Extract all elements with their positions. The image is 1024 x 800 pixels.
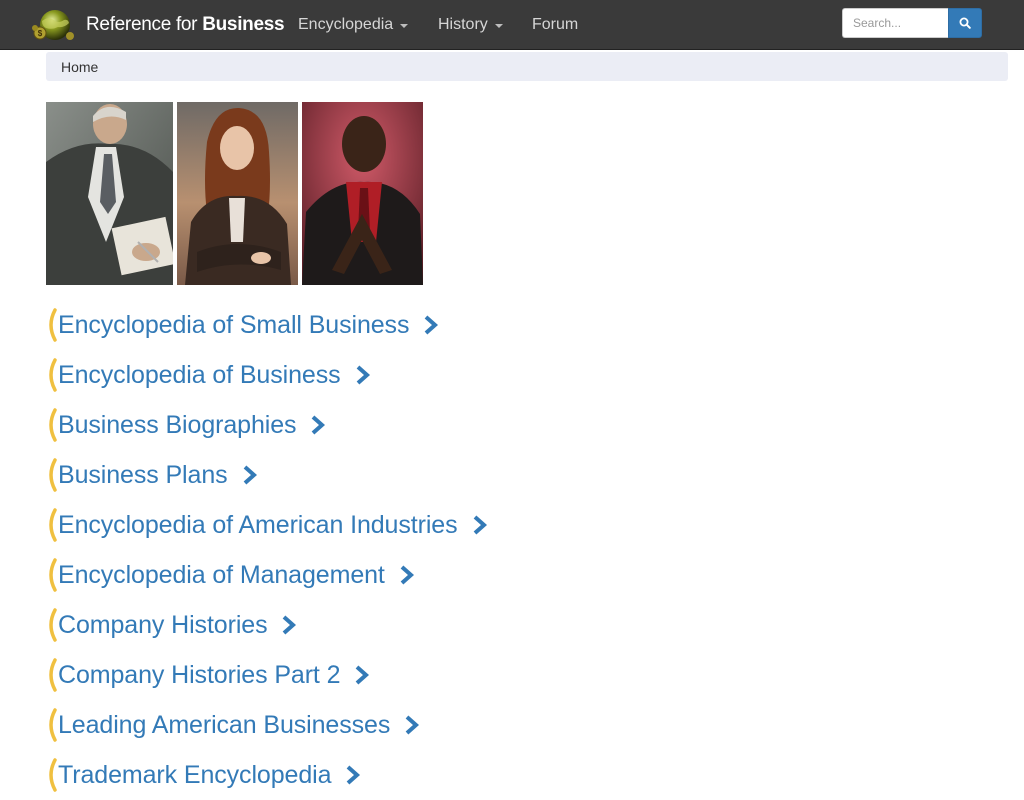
breadcrumb-home-link[interactable]: Home (61, 59, 98, 75)
photo-businesswoman (177, 102, 298, 285)
category-label: Leading American Businesses (58, 710, 391, 739)
category-label: Trademark Encyclopedia (58, 760, 332, 789)
category-label: Business Biographies (58, 410, 297, 439)
bracket-icon (49, 558, 57, 592)
bracket-icon (49, 458, 57, 492)
bracket-icon (49, 708, 57, 742)
category-link-encyclopedia-of-management[interactable]: Encyclopedia of Management (44, 550, 744, 600)
category-link-company-histories-part-2[interactable]: Company Histories Part 2 (44, 650, 744, 700)
photo-businessman-writing (46, 102, 173, 285)
category-link-encyclopedia-of-small-business[interactable]: Encyclopedia of Small Business (44, 300, 744, 350)
top-navbar: $ Reference for Business Encyclopedia Hi… (0, 0, 1024, 50)
bracket-icon (49, 358, 57, 392)
chevron-right-icon (312, 415, 326, 435)
category-label: Encyclopedia of Business (58, 360, 341, 389)
category-link-company-histories[interactable]: Company Histories (44, 600, 744, 650)
brand-link[interactable]: $ Reference for Business (28, 6, 285, 44)
chevron-right-icon (243, 465, 257, 485)
nav-history-label: History (438, 16, 488, 33)
bracket-icon (49, 408, 57, 442)
category-list: Encyclopedia of Small Business Encyclope… (44, 300, 744, 800)
category-label: Company Histories (58, 610, 268, 639)
bracket-icon (49, 758, 57, 792)
bracket-icon (49, 308, 57, 342)
brand-name: Reference for Business (86, 14, 285, 36)
chevron-right-icon (356, 665, 370, 685)
nav-encyclopedia-dropdown[interactable]: Encyclopedia (298, 0, 409, 50)
category-label: Company Histories Part 2 (58, 660, 341, 689)
brand-name-regular: Reference for (86, 14, 203, 35)
category-link-trademark-encyclopedia[interactable]: Trademark Encyclopedia (44, 750, 744, 800)
caret-down-icon (400, 24, 409, 28)
category-link-encyclopedia-of-business[interactable]: Encyclopedia of Business (44, 350, 744, 400)
category-label: Business Plans (58, 460, 228, 489)
nav-forum-link[interactable]: Forum (532, 0, 578, 50)
caret-down-icon (494, 24, 503, 28)
chevron-right-icon (425, 315, 439, 335)
svg-text:$: $ (38, 29, 43, 38)
chevron-right-icon (405, 715, 420, 735)
category-label: Encyclopedia of Management (58, 560, 385, 589)
category-label: Encyclopedia of Small Business (58, 310, 410, 339)
search-form (842, 8, 982, 38)
bracket-icon (49, 658, 57, 692)
category-link-encyclopedia-of-american-industries[interactable]: Encyclopedia of American Industries (44, 500, 744, 550)
bracket-icon (49, 608, 57, 642)
breadcrumb: Home (46, 52, 1008, 81)
category-label: Encyclopedia of American Industries (58, 510, 458, 539)
chevron-right-icon (400, 565, 414, 585)
brand-name-bold: Business (202, 14, 285, 35)
nav-history-dropdown[interactable]: History (438, 0, 503, 50)
category-link-leading-american-businesses[interactable]: Leading American Businesses (44, 700, 744, 750)
search-icon (959, 17, 971, 29)
search-input[interactable] (842, 8, 948, 38)
chevron-right-icon (356, 365, 370, 385)
chevron-right-icon (473, 515, 487, 535)
photo-businessman-steepled (302, 102, 423, 285)
nav-encyclopedia-label: Encyclopedia (298, 16, 394, 33)
bracket-icon (49, 508, 57, 542)
globe-dollar-logo-icon: $ (32, 10, 74, 40)
search-button[interactable] (948, 8, 982, 38)
category-link-business-plans[interactable]: Business Plans (44, 450, 744, 500)
chevron-right-icon (347, 765, 361, 785)
chevron-right-icon (283, 615, 297, 635)
category-link-business-biographies[interactable]: Business Biographies (44, 400, 744, 450)
nav-forum-label: Forum (532, 16, 579, 33)
